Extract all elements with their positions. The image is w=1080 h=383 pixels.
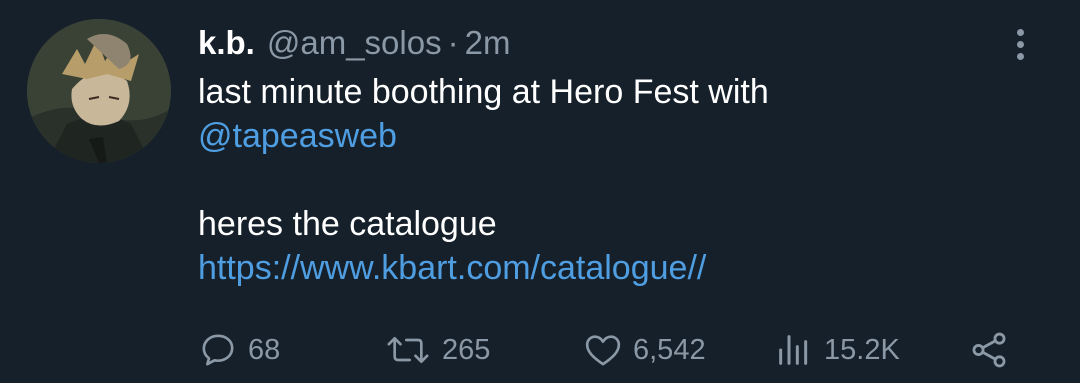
more-dot (1016, 52, 1024, 60)
views-count: 15.2K (824, 333, 900, 366)
like-count: 6,542 (633, 333, 706, 366)
tweet-text: last minute boothing at Hero Fest with @… (198, 70, 998, 290)
like-button[interactable]: 6,542 (583, 326, 706, 374)
more-options-icon[interactable] (1000, 22, 1040, 66)
tweet-timestamp[interactable]: 2m (465, 24, 511, 62)
reply-icon (202, 334, 234, 366)
tweet-text-line: last minute boothing at Hero Fest with (198, 73, 769, 111)
separator-dot: · (447, 24, 459, 61)
mention-link[interactable]: @tapeasweb (198, 117, 397, 155)
catalogue-link[interactable]: https://www.kbart.com/catalogue// (198, 249, 706, 287)
views-button[interactable]: 15.2K (774, 326, 900, 374)
more-dot (1016, 40, 1024, 48)
tweet-actions: 68 265 6,542 15.2K (198, 326, 1028, 374)
retweet-count: 265 (442, 333, 491, 366)
tweet[interactable]: k.b. @am_solos · 2m last minute boothing… (0, 0, 1080, 383)
more-dot (1016, 28, 1024, 36)
views-icon (779, 335, 808, 365)
reply-button[interactable]: 68 (198, 326, 280, 374)
share-icon (972, 332, 1006, 368)
tweet-text-line: heres the catalogue (198, 205, 497, 243)
tweet-header: k.b. @am_solos · 2m (198, 24, 510, 64)
author-name[interactable]: k.b. (198, 24, 255, 62)
heart-icon (585, 335, 621, 366)
retweet-button[interactable]: 265 (384, 326, 490, 374)
avatar-illustration (27, 19, 171, 163)
retweet-icon (387, 337, 429, 363)
share-button[interactable] (968, 326, 1010, 374)
avatar[interactable] (27, 19, 171, 163)
reply-count: 68 (248, 333, 281, 366)
author-handle[interactable]: @am_solos (267, 24, 442, 62)
